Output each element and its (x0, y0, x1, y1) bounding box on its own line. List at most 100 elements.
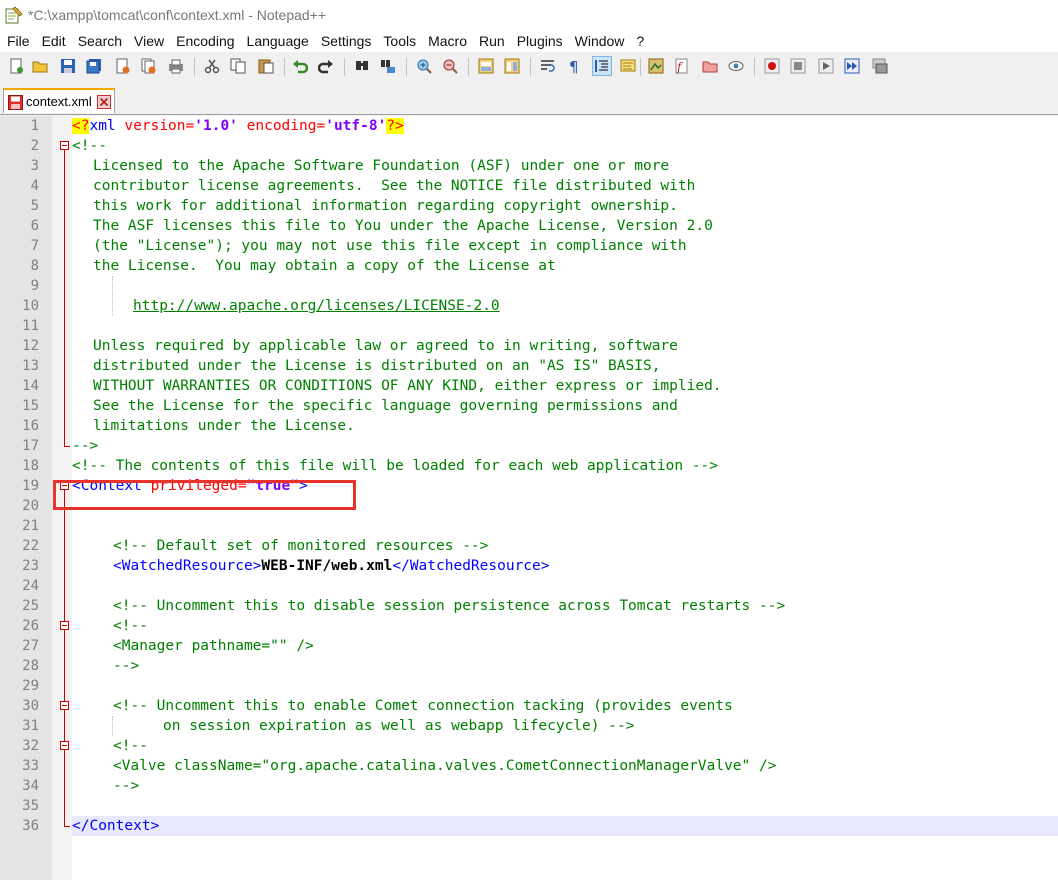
zoom-out-icon[interactable] (440, 56, 460, 76)
line-number: 33 (22, 758, 39, 774)
notepadpp-app-icon[interactable] (4, 5, 24, 30)
save-macro-icon[interactable] (870, 56, 890, 76)
code-line-17: --> (72, 438, 99, 454)
print-icon[interactable] (166, 56, 186, 76)
paste-icon[interactable] (256, 56, 276, 76)
menu-file[interactable]: File (0, 30, 35, 52)
license-url-link[interactable]: http://www.apache.org/licenses/LICENSE-2… (133, 296, 500, 316)
xml-decl-name: xml (89, 118, 116, 134)
code-line-1: <?xml version='1.0' encoding='utf-8'?> (72, 116, 404, 136)
code-line-32: <!-- (113, 738, 148, 754)
line-number: 8 (30, 258, 39, 274)
menu-window[interactable]: Window (568, 30, 630, 52)
watched-resource-open-tag: <WatchedResource> (113, 558, 262, 574)
code-line-7: (the "License"); you may not use this fi… (93, 238, 687, 254)
play-macro-icon[interactable] (816, 56, 836, 76)
line-number: 35 (22, 798, 39, 814)
code-line-28: --> (113, 658, 140, 674)
sync-vertical-icon[interactable] (476, 56, 496, 76)
open-file-icon[interactable] (30, 56, 50, 76)
fold-toggle-icon[interactable] (60, 621, 69, 630)
find-icon[interactable] (352, 56, 372, 76)
line-number: 6 (30, 218, 39, 234)
indent-guide (112, 276, 113, 316)
line-number: 3 (30, 158, 39, 174)
function-list-icon[interactable] (618, 56, 638, 76)
line-number: 10 (22, 298, 39, 314)
menu-run[interactable]: Run (472, 30, 510, 52)
stop-recording-icon[interactable] (788, 56, 808, 76)
watched-resource-close-tag: </WatchedResource> (392, 558, 550, 574)
document-map-icon[interactable] (646, 56, 666, 76)
editor-pane[interactable]: 1 2 3 4 5 6 7 8 9 10 11 12 13 14 15 16 1… (0, 116, 1058, 880)
menu-language[interactable]: Language (240, 30, 314, 52)
line-number: 23 (22, 558, 39, 574)
line-number: 17 (22, 438, 39, 454)
fold-icon[interactable]: f (672, 56, 692, 76)
fold-toggle-icon[interactable] (60, 701, 69, 710)
line-number: 34 (22, 778, 39, 794)
code-line-27: <Manager pathname="" /> (113, 638, 314, 654)
menu-macro[interactable]: Macro (421, 30, 472, 52)
line-number: 20 (22, 498, 39, 514)
fold-end-marker (64, 446, 70, 447)
close-icon[interactable] (112, 56, 132, 76)
svg-text:¶: ¶ (569, 58, 579, 74)
redo-icon[interactable] (316, 56, 336, 76)
fold-toggle-icon[interactable] (60, 141, 69, 150)
folder-as-workspace-icon[interactable] (700, 56, 720, 76)
fold-guide (64, 150, 65, 446)
code-line-36: </Context> (72, 818, 160, 834)
show-all-characters-icon[interactable]: ¶ (564, 56, 584, 76)
undo-icon[interactable] (290, 56, 310, 76)
sync-horizontal-icon[interactable] (502, 56, 522, 76)
title-bar: *C:\xampp\tomcat\conf\context.xml - Note… (0, 0, 1058, 30)
code-line-34: --> (113, 778, 140, 794)
line-number: 21 (22, 518, 39, 534)
save-icon[interactable] (58, 56, 78, 76)
menu-search[interactable]: Search (71, 30, 127, 52)
line-number: 27 (22, 638, 39, 654)
line-number: 14 (22, 378, 39, 394)
current-line-highlight (72, 816, 1058, 836)
monitor-icon[interactable] (726, 56, 746, 76)
menu-encoding[interactable]: Encoding (169, 30, 239, 52)
menu-settings[interactable]: Settings (314, 30, 377, 52)
menu-edit[interactable]: Edit (35, 30, 71, 52)
watched-resource-value: WEB-INF/web.xml (261, 558, 393, 574)
tab-label: context.xml (26, 94, 92, 109)
word-wrap-icon[interactable] (538, 56, 558, 76)
line-number: 32 (22, 738, 39, 754)
line-number-gutter: 1 2 3 4 5 6 7 8 9 10 11 12 13 14 15 16 1… (0, 116, 52, 880)
tab-context-xml[interactable]: context.xml (3, 88, 115, 113)
save-all-icon[interactable] (84, 56, 104, 76)
code-line-22: <!-- Default set of monitored resources … (113, 538, 489, 554)
code-line-3: Licensed to the Apache Software Foundati… (93, 158, 670, 174)
copy-icon[interactable] (228, 56, 248, 76)
menu-plugins[interactable]: Plugins (510, 30, 568, 52)
toolbar: ¶ f (0, 52, 1058, 82)
modified-file-icon (8, 95, 23, 115)
tab-close-icon[interactable] (97, 95, 111, 114)
menu-bar: File Edit Search View Encoding Language … (0, 30, 1058, 52)
code-line-13: distributed under the License is distrib… (93, 358, 661, 374)
record-macro-icon[interactable] (762, 56, 782, 76)
cut-icon[interactable] (202, 56, 222, 76)
line-number: 2 (30, 138, 39, 154)
indent-guide-icon[interactable] (592, 56, 612, 76)
run-macro-multiple-icon[interactable] (842, 56, 862, 76)
code-line-4: contributor license agreements. See the … (93, 178, 696, 194)
menu-view[interactable]: View (127, 30, 169, 52)
new-file-icon[interactable] (6, 56, 26, 76)
code-line-6: The ASF licenses this file to You under … (93, 218, 713, 234)
zoom-in-icon[interactable] (414, 56, 434, 76)
fold-toggle-icon[interactable] (60, 741, 69, 750)
window-title: *C:\xampp\tomcat\conf\context.xml - Note… (28, 7, 327, 23)
menu-tools[interactable]: Tools (376, 30, 421, 52)
code-line-15: See the License for the specific languag… (93, 398, 678, 414)
close-all-icon[interactable] (138, 56, 158, 76)
tab-bar: context.xml (0, 86, 1058, 115)
replace-icon[interactable] (378, 56, 398, 76)
menu-help[interactable]: ? (629, 30, 649, 52)
fold-end-marker (64, 826, 70, 827)
